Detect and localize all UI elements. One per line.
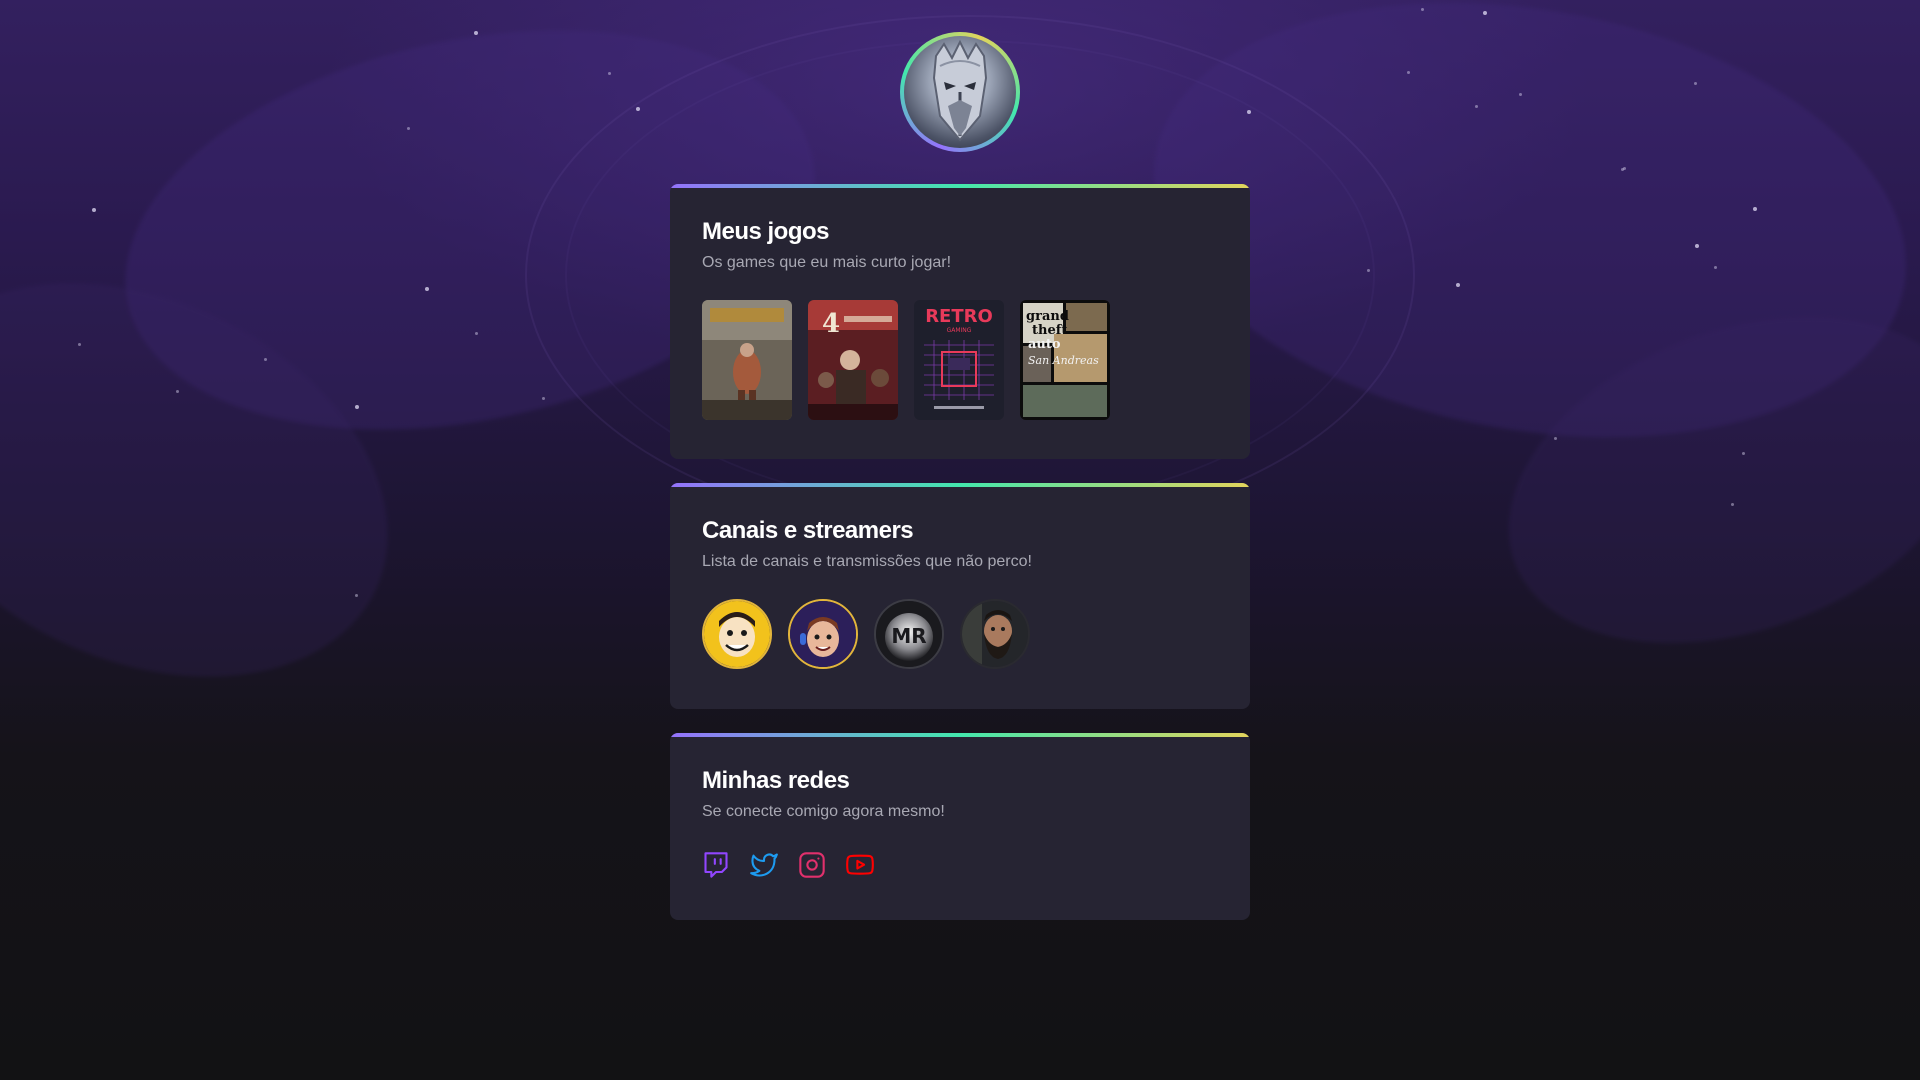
channels-title: Canais e streamers <box>702 517 914 544</box>
game-cover-god-of-war-ii[interactable] <box>702 300 792 420</box>
retro-cover-subtitle: GAMING <box>947 327 972 334</box>
gta-cover-word-4: San Andreas <box>1028 354 1099 367</box>
games-subtitle: Os games que eu mais curto jogar! <box>702 254 952 271</box>
channels-subtitle: Lista de canais e transmissões que não p… <box>702 553 1032 570</box>
channel-avatar-mr-logo[interactable]: MR <box>874 599 944 669</box>
socials-subtitle: Se conecte comigo agora mesmo! <box>702 803 945 820</box>
channel-avatar-cartoon-headset[interactable] <box>788 599 858 669</box>
mr-logo-text: MR <box>891 624 926 648</box>
games-list: 4 RETRO GAMING grand theft auto San Andr… <box>702 300 1218 420</box>
socials-list <box>702 851 1218 879</box>
twitter-icon[interactable] <box>750 851 778 879</box>
socials-card: Minhas redes Se conecte comigo agora mes… <box>670 733 1250 920</box>
channel-avatar-bearded-man[interactable] <box>960 599 1030 669</box>
twitch-icon[interactable] <box>702 851 730 879</box>
socials-title: Minhas redes <box>702 767 850 794</box>
game-cover-resident-evil-4[interactable]: 4 <box>808 300 898 420</box>
channel-avatar-cartoon-yellow[interactable] <box>702 599 772 669</box>
youtube-icon[interactable] <box>846 851 874 879</box>
game-cover-retro-gaming[interactable]: RETRO GAMING <box>914 300 1004 420</box>
svg-text:4: 4 <box>822 309 840 339</box>
games-title: Meus jogos <box>702 218 830 245</box>
games-card: Meus jogos Os games que eu mais curto jo… <box>670 184 1250 459</box>
channels-list: MR <box>702 599 1218 669</box>
gta-cover-word-1: grand <box>1026 309 1069 324</box>
profile-avatar <box>900 32 1020 152</box>
gta-cover-word-2: theft <box>1032 323 1067 338</box>
gta-cover-word-3: auto <box>1028 337 1061 352</box>
retro-cover-title: RETRO <box>925 306 993 327</box>
masked-character-avatar-icon <box>904 36 1016 148</box>
instagram-icon[interactable] <box>798 851 826 879</box>
channels-card: Canais e streamers Lista de canais e tra… <box>670 483 1250 709</box>
game-cover-gta-san-andreas[interactable]: grand theft auto San Andreas <box>1020 300 1110 420</box>
